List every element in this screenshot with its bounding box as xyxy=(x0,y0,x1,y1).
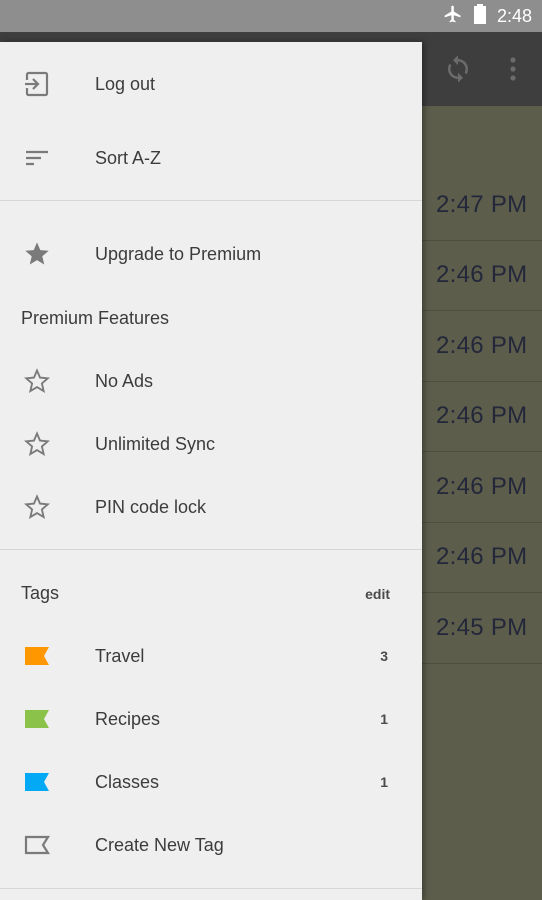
divider xyxy=(0,888,422,889)
tag-count: 1 xyxy=(380,711,388,727)
battery-icon xyxy=(473,3,487,29)
more-vert-icon[interactable] xyxy=(503,54,523,89)
star-outline-icon xyxy=(22,429,52,459)
divider xyxy=(0,549,422,550)
tag-item-classes[interactable]: Classes 1 xyxy=(0,755,422,809)
premium-feature-no-ads[interactable]: No Ads xyxy=(0,354,422,408)
tag-item-travel[interactable]: Travel 3 xyxy=(0,629,422,683)
premium-feature-label: PIN code lock xyxy=(95,496,207,517)
list-item[interactable]: 2:45 PM xyxy=(422,593,542,664)
tag-icon xyxy=(22,641,52,671)
list-item[interactable]: 2:46 PM xyxy=(422,522,542,593)
status-time: 2:48 xyxy=(496,5,532,26)
star-filled-icon xyxy=(22,239,52,269)
tag-icon xyxy=(22,704,52,734)
premium-feature-label: No Ads xyxy=(95,370,154,391)
note-time: 2:46 PM xyxy=(436,543,528,570)
tag-name: Recipes xyxy=(95,708,161,729)
logout-button[interactable]: Log out xyxy=(0,57,422,111)
tag-name: Travel xyxy=(95,645,145,666)
note-time: 2:46 PM xyxy=(436,332,528,359)
create-tag-button[interactable]: Create New Tag xyxy=(0,818,422,872)
tag-item-recipes[interactable]: Recipes 1 xyxy=(0,692,422,746)
logout-label: Log out xyxy=(95,73,156,94)
tag-outline-icon xyxy=(22,830,52,860)
sync-icon[interactable] xyxy=(443,54,473,89)
list-item[interactable]: 2:46 PM xyxy=(422,240,542,311)
upgrade-label: Upgrade to Premium xyxy=(95,243,262,264)
logout-icon xyxy=(22,69,52,99)
premium-feature-pin-lock[interactable]: PIN code lock xyxy=(0,480,422,534)
create-tag-label: Create New Tag xyxy=(95,834,224,855)
note-time: 2:46 PM xyxy=(436,473,528,500)
star-outline-icon xyxy=(22,366,52,396)
tag-name: Classes xyxy=(95,771,160,792)
note-time: 2:46 PM xyxy=(436,261,528,288)
note-time: 2:47 PM xyxy=(436,191,528,218)
status-icons: 2:48 xyxy=(443,0,532,32)
tags-title: Tags xyxy=(21,583,60,603)
tag-count: 1 xyxy=(380,774,388,790)
star-outline-icon xyxy=(22,492,52,522)
airplane-icon xyxy=(443,4,463,29)
navigation-drawer: Log out Sort A-Z Upgrade to Premium Prem… xyxy=(0,42,422,900)
sort-icon xyxy=(22,143,52,173)
note-time: 2:45 PM xyxy=(436,614,528,641)
divider xyxy=(0,200,422,201)
premium-feature-label: Unlimited Sync xyxy=(95,433,216,454)
list-item[interactable]: 2:47 PM xyxy=(422,170,542,241)
sort-label: Sort A-Z xyxy=(95,147,162,168)
sort-button[interactable]: Sort A-Z xyxy=(0,131,422,185)
list-item[interactable]: 2:46 PM xyxy=(422,452,542,523)
edit-tags-button[interactable]: edit xyxy=(365,586,390,602)
tag-icon xyxy=(22,767,52,797)
premium-feature-unlimited-sync[interactable]: Unlimited Sync xyxy=(0,417,422,471)
status-bar: 2:48 xyxy=(0,0,542,32)
upgrade-premium-button[interactable]: Upgrade to Premium xyxy=(0,227,422,281)
note-time: 2:46 PM xyxy=(436,402,528,429)
list-item[interactable]: 2:46 PM xyxy=(422,311,542,382)
premium-features-title: Premium Features xyxy=(21,308,170,328)
tag-count: 3 xyxy=(380,648,388,664)
list-item[interactable]: 2:46 PM xyxy=(422,381,542,452)
